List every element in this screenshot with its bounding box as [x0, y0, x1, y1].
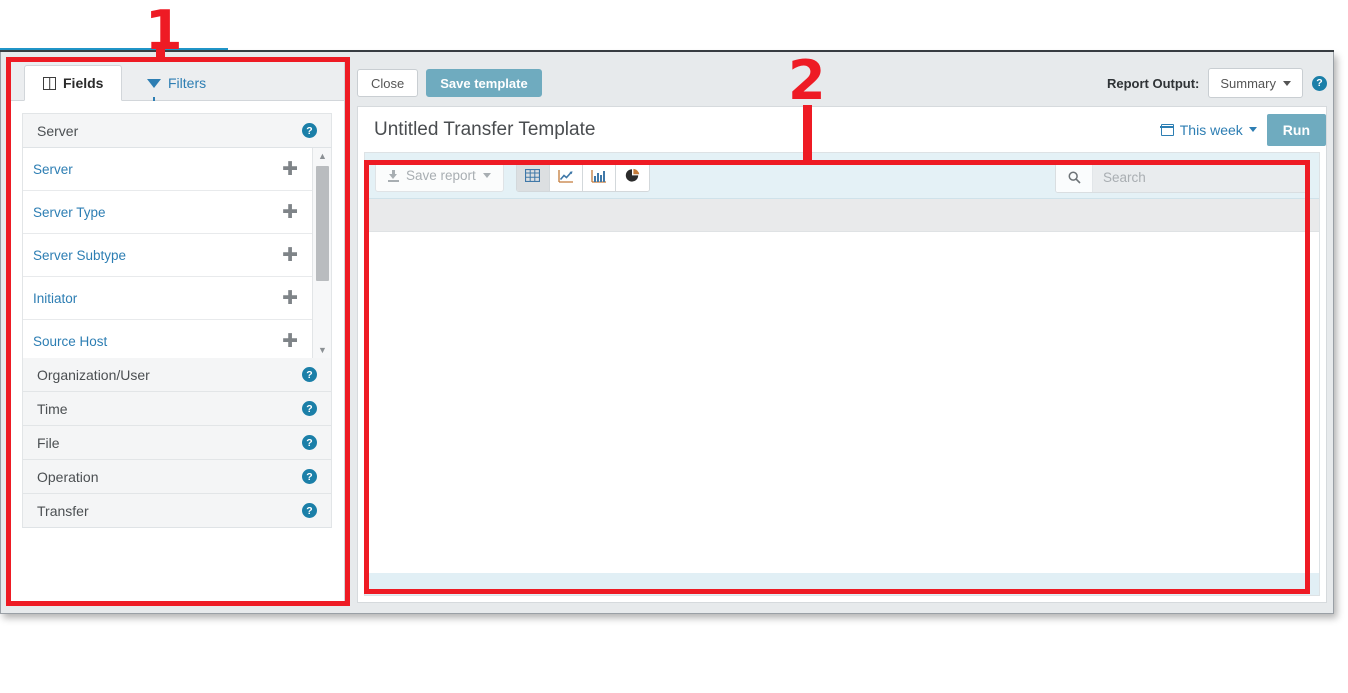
field-group-label: Organization/User [37, 366, 150, 383]
field-row-server-type[interactable]: Server Type ✚ [23, 191, 312, 234]
plus-icon[interactable]: ✚ [282, 202, 298, 222]
tab-filters[interactable]: Filters [128, 65, 225, 101]
field-group-organization-user[interactable]: Organization/User ? [22, 357, 332, 392]
funnel-icon [147, 78, 161, 101]
line-chart-icon [558, 169, 573, 183]
field-list: Server ✚ Server Type ✚ Server Subtype ✚ … [22, 148, 332, 358]
help-circle-icon[interactable]: ? [302, 435, 317, 450]
run-button[interactable]: Run [1266, 113, 1326, 146]
table-view-button[interactable] [516, 160, 550, 191]
help-circle-icon[interactable]: ? [302, 469, 317, 484]
field-group-label: File [37, 434, 60, 451]
chevron-down-icon [482, 173, 491, 178]
field-group-transfer[interactable]: Transfer ? [22, 493, 332, 528]
scroll-down-icon[interactable]: ▼ [313, 342, 331, 358]
download-icon [388, 170, 399, 182]
date-range-label: This week [1179, 121, 1243, 138]
field-group-file[interactable]: File ? [22, 425, 332, 460]
field-label: Initiator [33, 290, 78, 306]
scroll-up-icon[interactable]: ▲ [313, 148, 331, 164]
field-group-list: Organization/User ? Time ? File ? Operat… [10, 357, 344, 528]
template-editor-modal: Fields Filters Server ? Server ✚ Server … [0, 52, 1334, 614]
help-circle-icon[interactable]: ? [302, 367, 317, 382]
plus-icon[interactable]: ✚ [282, 159, 298, 179]
pie-chart-icon [625, 168, 640, 182]
panel-tab-bar: Fields Filters [10, 61, 344, 101]
help-circle-icon[interactable]: ? [302, 401, 317, 416]
plus-icon[interactable]: ✚ [282, 288, 298, 308]
field-row-server[interactable]: Server ✚ [23, 148, 312, 191]
save-report-button[interactable]: Save report [375, 159, 504, 192]
report-builder-panel: Close Save template Report Output: Summa… [357, 60, 1327, 604]
save-template-button[interactable]: Save template [426, 69, 542, 97]
calendar-icon [1160, 123, 1175, 136]
help-circle-icon[interactable]: ? [302, 123, 317, 138]
report-table-footer [365, 573, 1319, 595]
bar-chart-icon [591, 169, 606, 183]
scrollbar-thumb[interactable] [316, 166, 329, 281]
field-row-server-subtype[interactable]: Server Subtype ✚ [23, 234, 312, 277]
field-label: Source Host [33, 333, 108, 349]
view-type-toggle [515, 159, 650, 192]
field-group-time[interactable]: Time ? [22, 391, 332, 426]
modal-action-bar: Close Save template Report Output: Summa… [357, 60, 1327, 106]
report-card-header: Untitled Transfer Template This week Run [358, 107, 1326, 152]
search-icon[interactable] [1056, 162, 1093, 192]
report-output-value: Summary [1220, 75, 1276, 91]
date-range-selector[interactable]: This week [1160, 121, 1257, 138]
help-circle-icon[interactable]: ? [302, 503, 317, 518]
report-toolbar: Save report [365, 153, 1319, 199]
plus-icon[interactable]: ✚ [282, 245, 298, 265]
field-group-label: Operation [37, 468, 99, 485]
field-label: Server Subtype [33, 247, 127, 263]
help-circle-icon[interactable]: ? [1312, 75, 1327, 91]
line-view-button[interactable] [549, 160, 583, 191]
field-row-initiator[interactable]: Initiator ✚ [23, 277, 312, 320]
field-group-label: Transfer [37, 502, 89, 519]
report-table-body [365, 232, 1319, 573]
field-label: Server Type [33, 204, 106, 220]
report-card-header-actions: This week Run [1160, 107, 1326, 152]
report-card: Untitled Transfer Template This week Run… [357, 106, 1327, 603]
report-search [1055, 161, 1309, 193]
search-input[interactable] [1093, 162, 1308, 192]
field-group-server-label: Server [37, 122, 79, 139]
field-list-scrollbar[interactable]: ▲ ▼ [312, 148, 331, 358]
columns-icon [43, 76, 56, 90]
fields-filters-panel: Fields Filters Server ? Server ✚ Server … [9, 60, 345, 604]
table-icon [525, 169, 541, 182]
report-output-control: Report Output: Summary ? [1107, 60, 1327, 106]
tab-filters-label: Filters [168, 75, 207, 91]
field-row-source-host[interactable]: Source Host ✚ [23, 320, 312, 358]
field-group-server[interactable]: Server ? [22, 113, 332, 148]
tab-fields-label: Fields [63, 75, 104, 91]
report-title: Untitled Transfer Template [374, 118, 596, 140]
field-group-label: Time [37, 400, 68, 417]
report-table-header [365, 199, 1319, 232]
bar-view-button[interactable] [582, 160, 616, 191]
field-label: Server [33, 161, 73, 177]
field-group-operation[interactable]: Operation ? [22, 459, 332, 494]
report-output-label: Report Output: [1106, 75, 1200, 91]
plus-icon[interactable]: ✚ [282, 331, 298, 351]
pie-view-button[interactable] [615, 160, 649, 191]
tab-fields[interactable]: Fields [24, 65, 123, 101]
report-output-select[interactable]: Summary [1208, 68, 1303, 98]
chevron-down-icon [1283, 80, 1291, 86]
chevron-down-icon [1248, 127, 1257, 132]
close-button[interactable]: Close [357, 69, 419, 97]
save-report-label: Save report [406, 168, 476, 183]
report-preview-area: Save report [364, 152, 1320, 596]
